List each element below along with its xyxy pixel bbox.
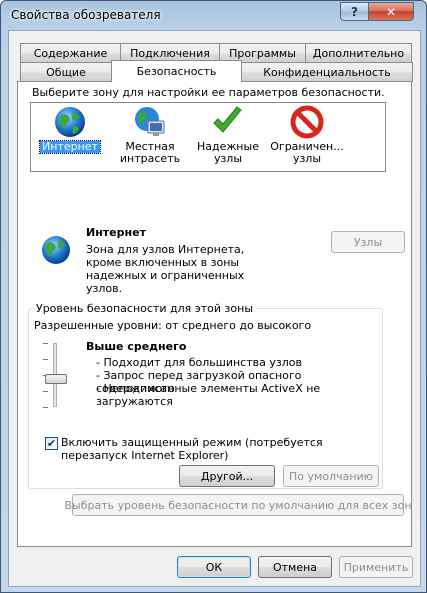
zone-intranet[interactable]: Местная интрасеть	[113, 105, 187, 165]
slider-tick	[43, 407, 48, 408]
checkmark-icon	[213, 106, 242, 133]
zone-label: Ограничен... узлы	[270, 140, 344, 165]
zone-restricted[interactable]: Ограничен... узлы	[267, 105, 347, 165]
window-title: Свойства обозревателя	[11, 8, 161, 22]
slider-tick	[43, 359, 48, 360]
close-button[interactable]: ✕	[368, 2, 414, 21]
zone-label: Надежные узлы	[197, 140, 259, 165]
zone-label: Местная интрасеть	[119, 140, 181, 165]
protected-mode-label[interactable]: Включить защищенный режим (потребуется п…	[61, 436, 381, 462]
security-level-group: Уровень безопасности для этой зоны Разре…	[28, 302, 383, 489]
title-bar[interactable]: Свойства обозревателя ? ✕	[1, 1, 426, 31]
help-button[interactable]: ?	[340, 2, 369, 21]
level-detail: - Неподписанные элементы ActiveX не загр…	[96, 382, 321, 408]
protected-mode-checkbox[interactable]: ✔	[45, 437, 58, 450]
ok-button[interactable]: ОК	[177, 556, 251, 578]
zone-prompt: Выберите зону для настройки ее параметро…	[32, 86, 385, 99]
zone-title: Интернет	[86, 226, 146, 239]
internet-options-window: Свойства обозревателя ? ✕ Содержание Под…	[0, 0, 427, 593]
zone-trusted[interactable]: Надежные узлы	[193, 105, 263, 165]
help-icon: ?	[351, 4, 358, 19]
cancel-button[interactable]: Отмена	[258, 556, 332, 578]
tab-privacy[interactable]: Конфиденциальность	[241, 62, 413, 82]
zone-list: Интернет Местная интрасеть Надежные узлы…	[30, 102, 386, 172]
tab-content[interactable]: Содержание	[20, 43, 121, 63]
zone-label: Интернет	[39, 140, 101, 154]
level-detail: - Подходит для большинства узлов	[96, 356, 302, 369]
apply-button[interactable]: Применить	[339, 556, 413, 578]
group-title: Уровень безопасности для этой зоны	[34, 302, 255, 315]
slider-tick	[43, 343, 48, 344]
level-name: Выше среднего	[86, 340, 187, 353]
security-panel: Выберите зону для настройки ее параметро…	[17, 81, 412, 547]
custom-level-button[interactable]: Другой...	[179, 465, 275, 487]
zone-description: Зона для узлов Интернета, кроме включенн…	[86, 243, 245, 295]
globe-icon	[55, 107, 85, 137]
slider-tick	[43, 391, 48, 392]
restricted-icon	[290, 105, 324, 139]
tab-row-front: Общие Безопасность Конфиденциальность	[20, 60, 413, 82]
sites-button[interactable]: Узлы	[331, 231, 405, 253]
slider-thumb[interactable]	[45, 374, 67, 384]
dialog-client-area: Содержание Подключения Программы Дополни…	[8, 30, 421, 587]
default-level-button[interactable]: По умолчанию	[283, 465, 379, 487]
reset-all-zones-button[interactable]: Выбрать уровень безопасности по умолчани…	[64, 494, 412, 516]
zone-internet[interactable]: Интернет	[35, 105, 105, 154]
tab-security[interactable]: Безопасность	[111, 60, 242, 82]
tab-advanced[interactable]: Дополнительно	[305, 43, 412, 63]
intranet-icon	[135, 107, 165, 136]
globe-icon	[42, 236, 70, 264]
allowed-levels-text: Разрешенные уровни: от среднего до высок…	[34, 319, 312, 332]
close-icon: ✕	[385, 4, 397, 19]
checkmark-icon: ✔	[46, 437, 57, 450]
tab-general[interactable]: Общие	[20, 62, 112, 82]
